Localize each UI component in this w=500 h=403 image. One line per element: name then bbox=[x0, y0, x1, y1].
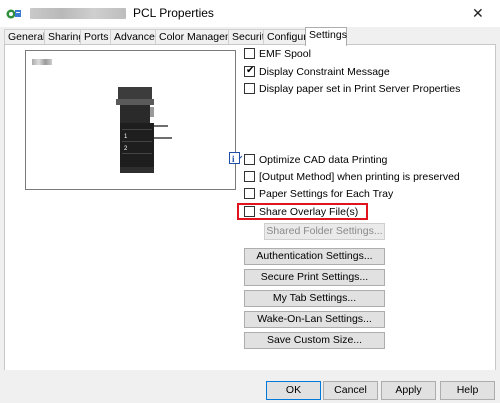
apply-button[interactable]: Apply bbox=[381, 381, 436, 400]
title-bar: PCL Properties ✕ bbox=[0, 0, 500, 27]
checkbox-box[interactable] bbox=[244, 154, 255, 165]
save-custom-size-button[interactable]: Save Custom Size... bbox=[244, 332, 385, 349]
authentication-settings-button[interactable]: Authentication Settings... bbox=[244, 248, 385, 265]
checkmark-icon: ✔ bbox=[246, 65, 255, 76]
checkbox-box[interactable] bbox=[244, 171, 255, 182]
tab-ports[interactable]: Ports bbox=[80, 29, 113, 45]
tab-settings[interactable]: Settings bbox=[305, 27, 347, 46]
checkbox-box[interactable]: ✔ bbox=[244, 65, 255, 77]
checkbox-label: Display Constraint Message bbox=[259, 66, 390, 78]
help-button[interactable]: Help bbox=[440, 381, 495, 400]
wake-on-lan-settings-button[interactable]: Wake-On-Lan Settings... bbox=[244, 311, 385, 328]
checkbox-label: EMF Spool bbox=[259, 48, 311, 60]
printer-name-redacted bbox=[30, 8, 126, 19]
my-tab-settings-button[interactable]: My Tab Settings... bbox=[244, 290, 385, 307]
checkbox-label: Paper Settings for Each Tray bbox=[259, 188, 394, 200]
checkbox-box[interactable] bbox=[244, 83, 255, 94]
checkbox-box[interactable] bbox=[244, 188, 255, 199]
secure-print-settings-button[interactable]: Secure Print Settings... bbox=[244, 269, 385, 286]
window-title: PCL Properties bbox=[133, 6, 214, 20]
tab-advanced[interactable]: Advanced bbox=[110, 29, 161, 45]
close-button[interactable]: ✕ bbox=[456, 0, 500, 27]
highlight-box bbox=[237, 203, 368, 220]
checkbox-label: Display paper set in Print Server Proper… bbox=[259, 83, 461, 95]
shared-folder-settings-button[interactable]: Shared Folder Settings... bbox=[264, 223, 385, 240]
checkbox-label: Optimize CAD data Printing bbox=[259, 154, 388, 166]
ok-button[interactable]: OK bbox=[266, 381, 321, 400]
preview-model-label-redacted bbox=[32, 59, 52, 65]
printer-preview: 1 2 bbox=[25, 50, 236, 190]
information-icon: i bbox=[229, 152, 243, 164]
dialog-footer: OK Cancel Apply Help bbox=[0, 370, 500, 403]
close-icon: ✕ bbox=[472, 5, 484, 21]
printer-properties-icon bbox=[6, 9, 21, 19]
printer-image: 1 2 bbox=[116, 87, 172, 173]
checkbox-label: [Output Method] when printing is preserv… bbox=[259, 171, 460, 183]
cancel-button[interactable]: Cancel bbox=[323, 381, 378, 400]
tab-color-management[interactable]: Color Management bbox=[155, 29, 248, 45]
tab-general[interactable]: General bbox=[4, 29, 45, 45]
pcl-properties-window: PCL Properties ✕ General Sharing Ports A… bbox=[0, 0, 500, 403]
checkbox-box[interactable] bbox=[244, 48, 255, 59]
